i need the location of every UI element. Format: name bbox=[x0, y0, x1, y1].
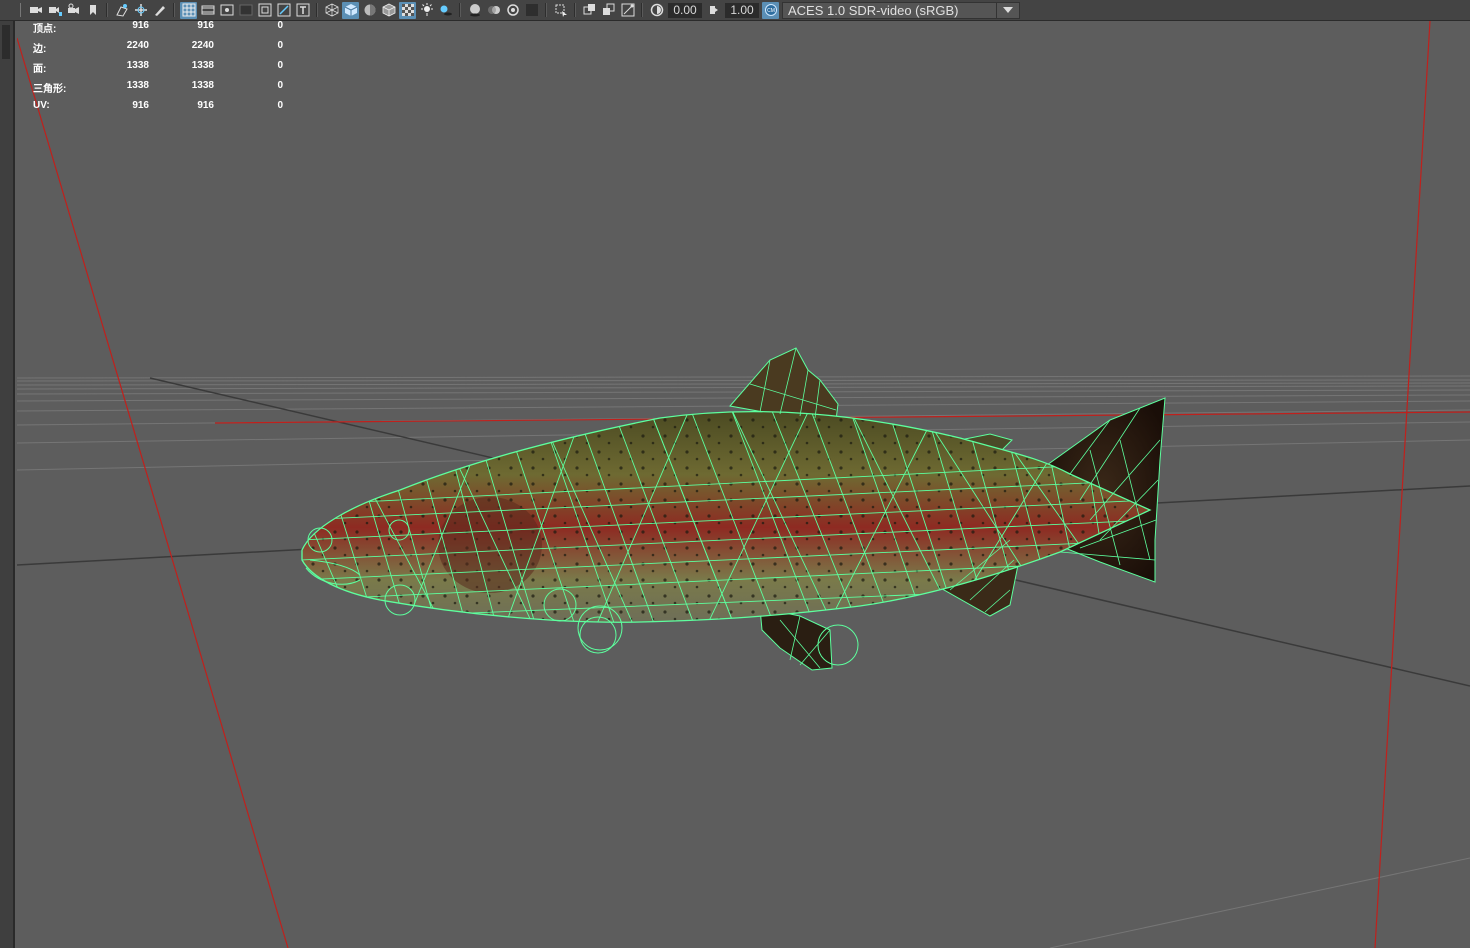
color-space-value: ACES 1.0 SDR-video (sRGB) bbox=[788, 2, 959, 18]
toolbar-separator bbox=[459, 3, 461, 17]
anti-aliasing-icon[interactable] bbox=[504, 2, 521, 19]
hud-value: 2240 bbox=[126, 40, 149, 51]
hud-value: 0 bbox=[277, 20, 283, 31]
safe-action-icon[interactable] bbox=[275, 2, 292, 19]
textured-icon[interactable] bbox=[399, 1, 416, 19]
xray-icon[interactable] bbox=[581, 2, 598, 19]
wireframe-icon[interactable] bbox=[323, 2, 340, 19]
resolution-gate-icon[interactable] bbox=[218, 2, 235, 19]
toolbar-separator bbox=[641, 3, 643, 17]
hud-value: 1338 bbox=[191, 60, 214, 71]
smooth-shade-icon[interactable] bbox=[342, 1, 359, 19]
default-material-icon[interactable] bbox=[361, 2, 378, 19]
image-plane-icon[interactable] bbox=[113, 2, 130, 19]
3d-viewport[interactable] bbox=[17, 21, 1470, 948]
screen-space-ao-icon[interactable] bbox=[466, 2, 483, 19]
isolate-select-icon[interactable] bbox=[552, 2, 569, 19]
scene-canvas bbox=[17, 21, 1470, 948]
bookmark-icon[interactable] bbox=[84, 2, 101, 19]
field-chart-icon[interactable] bbox=[256, 2, 273, 19]
color-space-dropdown[interactable]: ACES 1.0 SDR-video (sRGB) bbox=[782, 1, 1020, 19]
panel-collapse-tab[interactable] bbox=[2, 25, 10, 59]
wireframe-on-shaded-icon[interactable] bbox=[380, 2, 397, 19]
chevron-down-icon[interactable] bbox=[996, 2, 1019, 18]
toolbar-grip[interactable] bbox=[20, 3, 23, 17]
hud-value: 916 bbox=[132, 20, 149, 31]
gamma-icon[interactable] bbox=[705, 2, 722, 19]
viewport-toolbar: 0.00 1.00 CM ACES 1.0 SDR-video (sRGB) bbox=[0, 0, 1470, 21]
left-panel-strip bbox=[0, 21, 15, 948]
hud-row-uvs: UV: 916 916 0 bbox=[33, 100, 283, 120]
hud-label: 面: bbox=[33, 64, 47, 75]
gamma-field[interactable]: 1.00 bbox=[725, 2, 759, 18]
depth-of-field-icon[interactable] bbox=[523, 2, 540, 19]
svg-text:CM: CM bbox=[767, 8, 775, 14]
hud-value: 916 bbox=[197, 100, 214, 111]
toolbar-separator bbox=[106, 3, 108, 17]
xray-active-icon[interactable] bbox=[600, 2, 617, 19]
hud-row-vertices: 顶点: 916 916 0 bbox=[33, 20, 283, 40]
gate-mask-icon[interactable] bbox=[237, 2, 254, 19]
hud-value: 0 bbox=[277, 40, 283, 51]
toolbar-separator bbox=[316, 3, 318, 17]
2d-pan-icon[interactable] bbox=[132, 2, 149, 19]
hud-value: 0 bbox=[277, 100, 283, 111]
hud-label: 顶点: bbox=[33, 24, 57, 35]
exposure-icon[interactable] bbox=[648, 2, 665, 19]
hud-value: 0 bbox=[277, 80, 283, 91]
use-all-lights-icon[interactable] bbox=[418, 2, 435, 19]
hud-value: 916 bbox=[197, 20, 214, 31]
hud-label: 边: bbox=[33, 44, 47, 55]
shadows-icon[interactable] bbox=[437, 2, 454, 19]
hud-value: 916 bbox=[132, 100, 149, 111]
hud-row-triangles: 三角形: 1338 1338 0 bbox=[33, 80, 283, 100]
hud-value: 1338 bbox=[126, 60, 149, 71]
motion-blur-icon[interactable] bbox=[485, 2, 502, 19]
grid-icon[interactable] bbox=[180, 1, 197, 19]
toolbar-separator bbox=[173, 3, 175, 17]
hud-row-faces: 面: 1338 1338 0 bbox=[33, 60, 283, 80]
xray-joints-icon[interactable] bbox=[619, 2, 636, 19]
grease-pencil-icon[interactable] bbox=[151, 2, 168, 19]
toolbar-separator bbox=[574, 3, 576, 17]
camera-icon[interactable] bbox=[27, 2, 44, 19]
hud-value: 0 bbox=[277, 60, 283, 71]
hud-label: UV: bbox=[33, 100, 50, 111]
safe-title-icon[interactable] bbox=[294, 2, 311, 19]
toolbar-separator bbox=[545, 3, 547, 17]
hud-value: 1338 bbox=[126, 80, 149, 91]
hud-row-edges: 边: 2240 2240 0 bbox=[33, 40, 283, 60]
camera-lock-icon[interactable] bbox=[65, 2, 82, 19]
camera-attributes-icon[interactable] bbox=[46, 2, 63, 19]
hud-value: 2240 bbox=[191, 40, 214, 51]
hud-value: 1338 bbox=[191, 80, 214, 91]
film-gate-icon[interactable] bbox=[199, 2, 216, 19]
color-management-icon[interactable]: CM bbox=[762, 1, 779, 19]
hud-label: 三角形: bbox=[33, 84, 67, 95]
exposure-field[interactable]: 0.00 bbox=[668, 2, 702, 18]
poly-count-hud: 顶点: 916 916 0 边: 2240 2240 0 面: 1338 133… bbox=[33, 20, 283, 120]
